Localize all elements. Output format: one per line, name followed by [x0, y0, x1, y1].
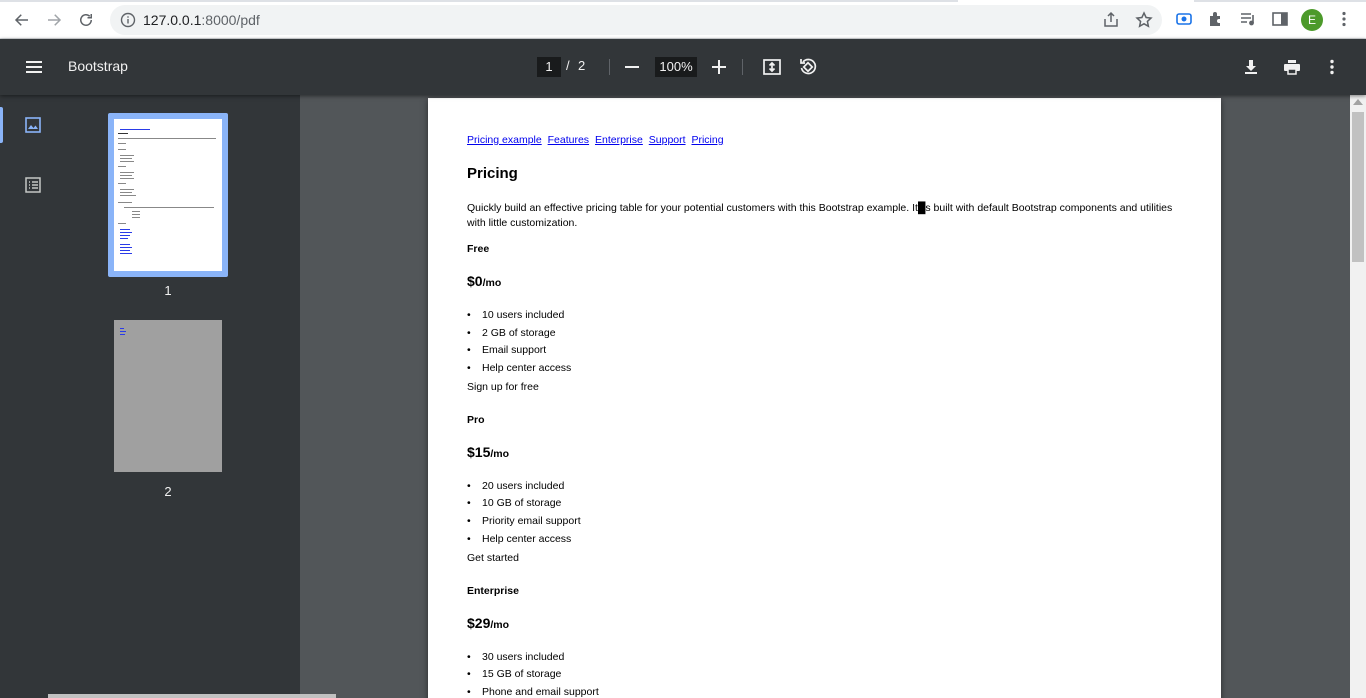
feature-item: Email support — [467, 345, 1187, 363]
feature-item: 10 GB of storage — [467, 498, 1187, 516]
download-icon[interactable] — [1239, 55, 1263, 79]
feature-list: 30 users included 15 GB of storage Phone… — [467, 651, 1187, 698]
link-support[interactable]: Support — [649, 134, 686, 146]
feature-item: Help center access — [467, 533, 1187, 552]
screencast-extension-icon[interactable] — [1174, 9, 1194, 29]
thumbnails-view-icon[interactable] — [23, 115, 43, 135]
plan-name: Free — [467, 243, 490, 255]
feature-list: 10 users included 2 GB of storage Email … — [467, 310, 1187, 381]
page-number-input[interactable]: 1 — [537, 57, 561, 77]
link-features[interactable]: Features — [548, 134, 589, 146]
forward-arrow-icon[interactable] — [42, 8, 66, 32]
share-icon[interactable] — [1102, 11, 1120, 29]
fit-to-page-icon[interactable] — [760, 55, 784, 79]
toolbar-divider — [609, 59, 610, 75]
thumbnail-label-1: 1 — [164, 283, 172, 298]
rotate-icon[interactable] — [796, 55, 820, 79]
zoom-in-icon[interactable] — [707, 55, 731, 79]
more-actions-icon[interactable] — [1320, 55, 1344, 79]
feature-item: 10 users included — [467, 310, 1187, 328]
feature-list: 20 users included 10 GB of storage Prior… — [467, 480, 1187, 552]
price-period: /mo — [490, 618, 510, 631]
price-period: /mo — [482, 277, 502, 289]
feature-item: 30 users included — [467, 651, 1187, 670]
bookmark-star-icon[interactable] — [1135, 11, 1153, 29]
page-separator: / — [566, 58, 570, 73]
browser-toolbar: 127.0.0.1:8000/pdf E — [0, 0, 1366, 39]
thumbnail-sidebar: 1 2 — [0, 95, 300, 698]
price-amount: $0 — [467, 273, 483, 289]
thumbnail-label-2: 2 — [164, 484, 172, 499]
link-pricing-example[interactable]: Pricing example — [467, 134, 542, 146]
page-thumbnail-1[interactable] — [114, 119, 222, 271]
browser-menu-icon[interactable] — [1334, 9, 1354, 29]
document-title: Bootstrap — [68, 58, 128, 74]
pdf-toolbar: Bootstrap 1 / 2 100% — [0, 39, 1366, 95]
plan-cta: Get started — [467, 551, 519, 564]
back-arrow-icon[interactable] — [10, 8, 34, 32]
extensions-puzzle-icon[interactable] — [1206, 9, 1226, 29]
active-indicator — [0, 107, 3, 143]
intro-paragraph: Quickly build an effective pricing table… — [467, 202, 1173, 229]
url-path: :8000/pdf — [201, 12, 260, 28]
page-content: Pricing example Features Enterprise Supp… — [467, 134, 1187, 698]
reload-icon[interactable] — [74, 8, 98, 32]
feature-item: Phone and email support — [467, 686, 1187, 698]
page-total: 2 — [578, 58, 586, 73]
pdf-viewer[interactable]: Pricing example Features Enterprise Supp… — [300, 95, 1350, 698]
vertical-scrollbar-thumb[interactable] — [1352, 112, 1364, 262]
pdf-page: Pricing example Features Enterprise Supp… — [428, 98, 1221, 698]
sidebar-rail — [0, 95, 66, 698]
plan-price: $29/mo — [467, 615, 1187, 631]
zoom-out-icon[interactable] — [620, 55, 644, 79]
price-period: /mo — [490, 447, 510, 460]
feature-item: 15 GB of storage — [467, 669, 1187, 687]
nav-links: Pricing example Features Enterprise Supp… — [467, 134, 1187, 146]
toolbar-divider — [742, 59, 743, 75]
page-thumbnail-2[interactable] — [114, 320, 222, 472]
document-outline-icon[interactable] — [23, 175, 43, 195]
profile-avatar[interactable]: E — [1301, 9, 1323, 31]
page-heading: Pricing — [467, 165, 518, 182]
zoom-level-input[interactable]: 100% — [655, 57, 697, 77]
url-text[interactable]: 127.0.0.1:8000/pdf — [143, 12, 260, 28]
feature-item: Help center access — [467, 363, 1187, 381]
feature-item: 2 GB of storage — [467, 327, 1187, 346]
plan-cta: Sign up for free — [467, 380, 539, 393]
media-queue-icon[interactable] — [1238, 9, 1258, 29]
active-tab-edge — [958, 0, 1194, 2]
price-amount: $15 — [467, 443, 491, 460]
plan-name: Pro — [467, 413, 485, 426]
link-pricing[interactable]: Pricing — [691, 134, 723, 146]
print-icon[interactable] — [1280, 55, 1304, 79]
plan-price: $15/mo — [467, 444, 1187, 460]
scroll-up-arrow-icon[interactable] — [1353, 99, 1363, 105]
price-amount: $29 — [467, 614, 491, 631]
link-enterprise[interactable]: Enterprise — [595, 134, 643, 146]
plan-price: $0/mo — [467, 273, 1187, 289]
url-host: 127.0.0.1 — [143, 12, 202, 28]
address-bar[interactable]: 127.0.0.1:8000/pdf — [110, 5, 1162, 35]
feature-item: Priority email support — [467, 516, 1187, 534]
horizontal-scrollbar-thumb[interactable] — [48, 694, 336, 698]
side-panel-icon[interactable] — [1270, 9, 1290, 29]
sidebar-menu-icon[interactable] — [22, 55, 46, 79]
site-info-icon[interactable] — [120, 12, 136, 28]
feature-item: 20 users included — [467, 480, 1187, 499]
plan-name: Enterprise — [467, 584, 519, 597]
